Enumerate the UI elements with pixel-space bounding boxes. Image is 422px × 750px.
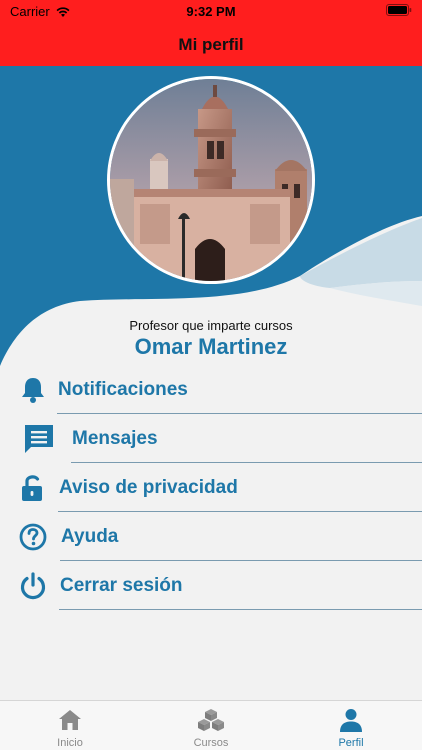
menu-item-mensajes[interactable]: Mensajes (0, 414, 422, 463)
status-time: 9:32 PM (186, 4, 236, 19)
menu-item-label: Cerrar sesión (60, 575, 183, 596)
menu-item-ayuda[interactable]: Ayuda (0, 512, 422, 561)
menu-item-label: Ayuda (61, 526, 119, 547)
menu-item-label: Aviso de privacidad (59, 477, 238, 498)
menu-item-label: Notificaciones (58, 379, 188, 400)
menu-item-notificaciones[interactable]: Notificaciones (0, 365, 422, 414)
menu-item-aviso-de-privacidad[interactable]: Aviso de privacidad (0, 463, 422, 512)
tab-label: Cursos (193, 737, 229, 749)
home-icon (59, 710, 81, 730)
status-bar: Carrier 9:32 PM (0, 0, 422, 24)
avatar[interactable] (107, 76, 315, 284)
person-icon (340, 709, 362, 732)
tab-cursos[interactable]: Cursos (141, 701, 281, 750)
page-title: Mi perfil (178, 35, 244, 54)
tab-label: Perfil (338, 737, 364, 749)
tab-perfil[interactable]: Perfil (281, 701, 421, 750)
power-icon (20, 572, 46, 600)
status-right (386, 4, 412, 19)
profile-role: Profesor que imparte cursos (129, 318, 293, 333)
help-icon (19, 523, 47, 551)
profile-name: Omar Martinez (134, 334, 288, 359)
boxes-icon (198, 709, 224, 731)
tab-label: Inicio (57, 737, 83, 749)
battery-icon (386, 4, 412, 16)
tab-bar: Inicio Cursos Perfil (0, 700, 422, 750)
bell-icon (22, 378, 44, 403)
menu-item-cerrar-sesion[interactable]: Cerrar sesión (0, 561, 422, 610)
unlock-icon (22, 475, 42, 501)
menu-divider (59, 609, 422, 610)
tab-inicio[interactable]: Inicio (0, 701, 140, 750)
cathedral-photo (110, 79, 312, 281)
menu-item-label: Mensajes (72, 428, 158, 449)
message-icon (25, 425, 53, 453)
navigation-bar: Mi perfil (0, 24, 422, 66)
